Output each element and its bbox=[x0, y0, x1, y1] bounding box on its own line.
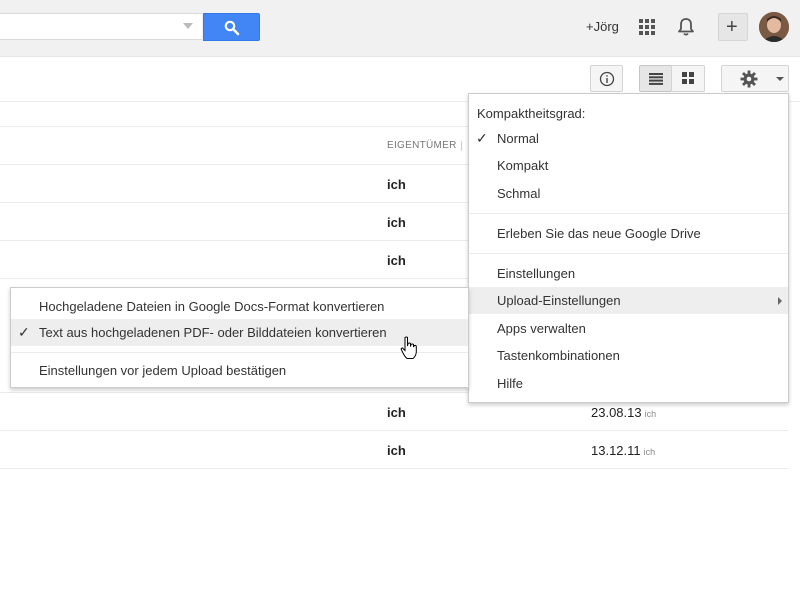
modified-by: ich bbox=[644, 409, 657, 419]
magnifier-icon bbox=[224, 20, 240, 36]
menu-item-manage-apps[interactable]: Apps verwalten bbox=[469, 315, 788, 342]
chevron-right-icon bbox=[778, 297, 782, 305]
owner-column-header[interactable]: EIGENTÜMER bbox=[387, 140, 457, 151]
divider bbox=[469, 253, 788, 254]
top-bar: +Jörg + bbox=[0, 0, 800, 57]
search-button[interactable] bbox=[203, 13, 260, 41]
modified-by: ich bbox=[643, 447, 656, 457]
divider bbox=[469, 213, 788, 214]
confirm-upload-item[interactable]: Einstellungen vor jedem Upload bestätige… bbox=[11, 357, 468, 384]
list-view-icon bbox=[649, 73, 663, 85]
menu-item-label: Erleben Sie das neue Google Drive bbox=[497, 226, 701, 241]
owner-cell: ich bbox=[387, 215, 406, 230]
convert-docs-item[interactable]: Hochgeladene Dateien in Google Docs-Form… bbox=[11, 293, 468, 320]
settings-menu: Kompaktheitsgrad: ✓ Normal Kompakt Schma… bbox=[468, 93, 789, 403]
search-input[interactable] bbox=[0, 13, 202, 40]
grid-view-icon bbox=[682, 72, 694, 84]
hand-cursor-icon bbox=[400, 336, 417, 359]
menu-item-label: Normal bbox=[497, 131, 539, 146]
menu-item-label: Hilfe bbox=[497, 376, 524, 391]
bell-icon[interactable] bbox=[677, 17, 695, 37]
menu-item-label: Schmal bbox=[497, 186, 541, 201]
menu-item-label: Apps verwalten bbox=[497, 321, 586, 336]
new-drive-item[interactable]: Erleben Sie das neue Google Drive bbox=[469, 220, 788, 247]
density-header: Kompaktheitsgrad: bbox=[477, 106, 586, 121]
owner-cell: ich bbox=[387, 443, 406, 458]
modified-date-cell: 23.08.13 ich bbox=[591, 405, 656, 420]
menu-item-label: Einstellungen vor jedem Upload bestätige… bbox=[39, 363, 287, 378]
owner-cell: ich bbox=[387, 177, 406, 192]
plus-icon: + bbox=[726, 16, 738, 38]
menu-item-label: Kompakt bbox=[497, 158, 549, 173]
menu-item-shortcuts[interactable]: Tastenkombinationen bbox=[469, 342, 788, 369]
chevron-down-icon bbox=[776, 77, 784, 81]
menu-item-settings[interactable]: Einstellungen bbox=[469, 260, 788, 287]
modified-date: 13.12.11 bbox=[591, 443, 641, 458]
menu-item-help[interactable]: Hilfe bbox=[469, 370, 788, 397]
menu-item-label: Einstellungen bbox=[497, 266, 576, 281]
density-kompakt[interactable]: Kompakt bbox=[469, 152, 788, 179]
search-options-dropdown-icon[interactable] bbox=[183, 23, 193, 29]
list-view-button[interactable] bbox=[639, 65, 672, 92]
modified-date-cell: 13.12.11 ich bbox=[591, 443, 655, 458]
density-schmal[interactable]: Schmal bbox=[469, 180, 788, 207]
menu-item-label: Tastenkombinationen bbox=[497, 348, 620, 363]
google-plus-user-link[interactable]: +Jörg bbox=[586, 19, 619, 34]
menu-item-label: Upload-Einstellungen bbox=[497, 293, 621, 308]
modified-date: 23.08.13 bbox=[591, 405, 642, 420]
info-button[interactable] bbox=[590, 65, 623, 92]
owner-cell: ich bbox=[387, 253, 406, 268]
density-normal[interactable]: ✓ Normal bbox=[469, 125, 788, 152]
apps-grid-icon[interactable] bbox=[639, 19, 655, 35]
user-photo bbox=[759, 12, 789, 42]
owner-cell: ich bbox=[387, 405, 406, 420]
avatar[interactable] bbox=[759, 12, 789, 42]
settings-button[interactable] bbox=[721, 65, 789, 92]
menu-item-upload-settings[interactable]: Upload-Einstellungen bbox=[469, 287, 788, 314]
check-icon: ✓ bbox=[18, 324, 30, 340]
grid-view-button[interactable] bbox=[671, 65, 705, 92]
share-button[interactable]: + bbox=[718, 13, 748, 41]
divider bbox=[0, 468, 788, 469]
divider bbox=[0, 430, 788, 431]
info-icon bbox=[599, 71, 615, 87]
gear-icon bbox=[740, 70, 758, 88]
menu-item-label: Hochgeladene Dateien in Google Docs-Form… bbox=[39, 299, 385, 314]
check-icon: ✓ bbox=[476, 130, 488, 146]
menu-item-label: Text aus hochgeladenen PDF- oder Bilddat… bbox=[39, 325, 387, 340]
